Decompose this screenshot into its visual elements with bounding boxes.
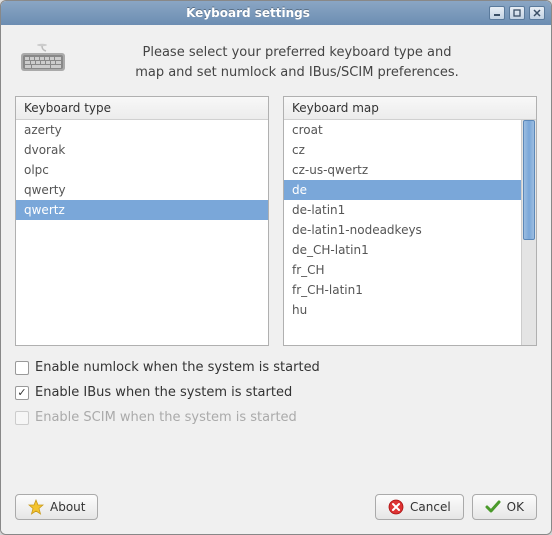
list-item[interactable]: de [284,180,521,200]
cancel-label: Cancel [410,500,451,514]
list-item[interactable]: hu [284,300,521,320]
keyboard-type-body: azertydvorakolpcqwertyqwertz [16,120,268,345]
ibus-label: Enable IBus when the system is started [35,385,292,400]
header: Please select your preferred keyboard ty… [15,39,537,96]
keyboard-map-items: croatczcz-us-qwertzdede-latin1de-latin1-… [284,120,521,345]
list-item[interactable]: dvorak [16,140,268,160]
list-item[interactable]: fr_CH [284,260,521,280]
scim-checkbox [15,411,29,425]
numlock-row: Enable numlock when the system is starte… [15,360,537,375]
button-bar: About Cancel OK [15,480,537,520]
ibus-row: Enable IBus when the system is started [15,385,537,400]
minimize-button[interactable] [489,6,505,20]
about-button[interactable]: About [15,494,98,520]
keyboard-map-header[interactable]: Keyboard map [284,97,536,120]
list-item[interactable]: de-latin1 [284,200,521,220]
keyboard-icon [19,43,67,75]
window-title: Keyboard settings [7,6,489,20]
keyboard-map-scrollbar[interactable] [521,120,536,345]
lists-container: Keyboard type azertydvorakolpcqwertyqwer… [15,96,537,346]
ok-button[interactable]: OK [472,494,537,520]
dialog-body: Please select your preferred keyboard ty… [1,25,551,534]
numlock-label: Enable numlock when the system is starte… [35,360,320,375]
list-item[interactable]: olpc [16,160,268,180]
about-label: About [50,500,85,514]
list-item[interactable]: de-latin1-nodeadkeys [284,220,521,240]
cancel-icon [388,499,404,515]
checkboxes: Enable numlock when the system is starte… [15,360,537,425]
close-button[interactable] [529,6,545,20]
list-item[interactable]: cz-us-qwertz [284,160,521,180]
list-item[interactable]: croat [284,120,521,140]
numlock-checkbox[interactable] [15,361,29,375]
keyboard-type-header[interactable]: Keyboard type [16,97,268,120]
keyboard-type-items: azertydvorakolpcqwertyqwertz [16,120,268,345]
settings-dialog: Keyboard settings [0,0,552,535]
keyboard-map-scroll-thumb[interactable] [523,120,535,240]
star-icon [28,499,44,515]
titlebar: Keyboard settings [1,1,551,25]
list-item[interactable]: qwerty [16,180,268,200]
list-item[interactable]: fr_CH-latin1 [284,280,521,300]
ok-icon [485,499,501,515]
list-item[interactable]: qwertz [16,200,268,220]
window-controls [489,6,545,20]
keyboard-type-listbox: Keyboard type azertydvorakolpcqwertyqwer… [15,96,269,346]
scim-row: Enable SCIM when the system is started [15,410,537,425]
maximize-button[interactable] [509,6,525,20]
scim-label: Enable SCIM when the system is started [35,410,297,425]
keyboard-map-listbox: Keyboard map croatczcz-us-qwertzdede-lat… [283,96,537,346]
keyboard-map-body: croatczcz-us-qwertzdede-latin1de-latin1-… [284,120,536,345]
list-item[interactable]: cz [284,140,521,160]
description: Please select your preferred keyboard ty… [87,43,527,82]
cancel-button[interactable]: Cancel [375,494,464,520]
ibus-checkbox[interactable] [15,386,29,400]
ok-label: OK [507,500,524,514]
list-item[interactable]: azerty [16,120,268,140]
list-item[interactable]: de_CH-latin1 [284,240,521,260]
